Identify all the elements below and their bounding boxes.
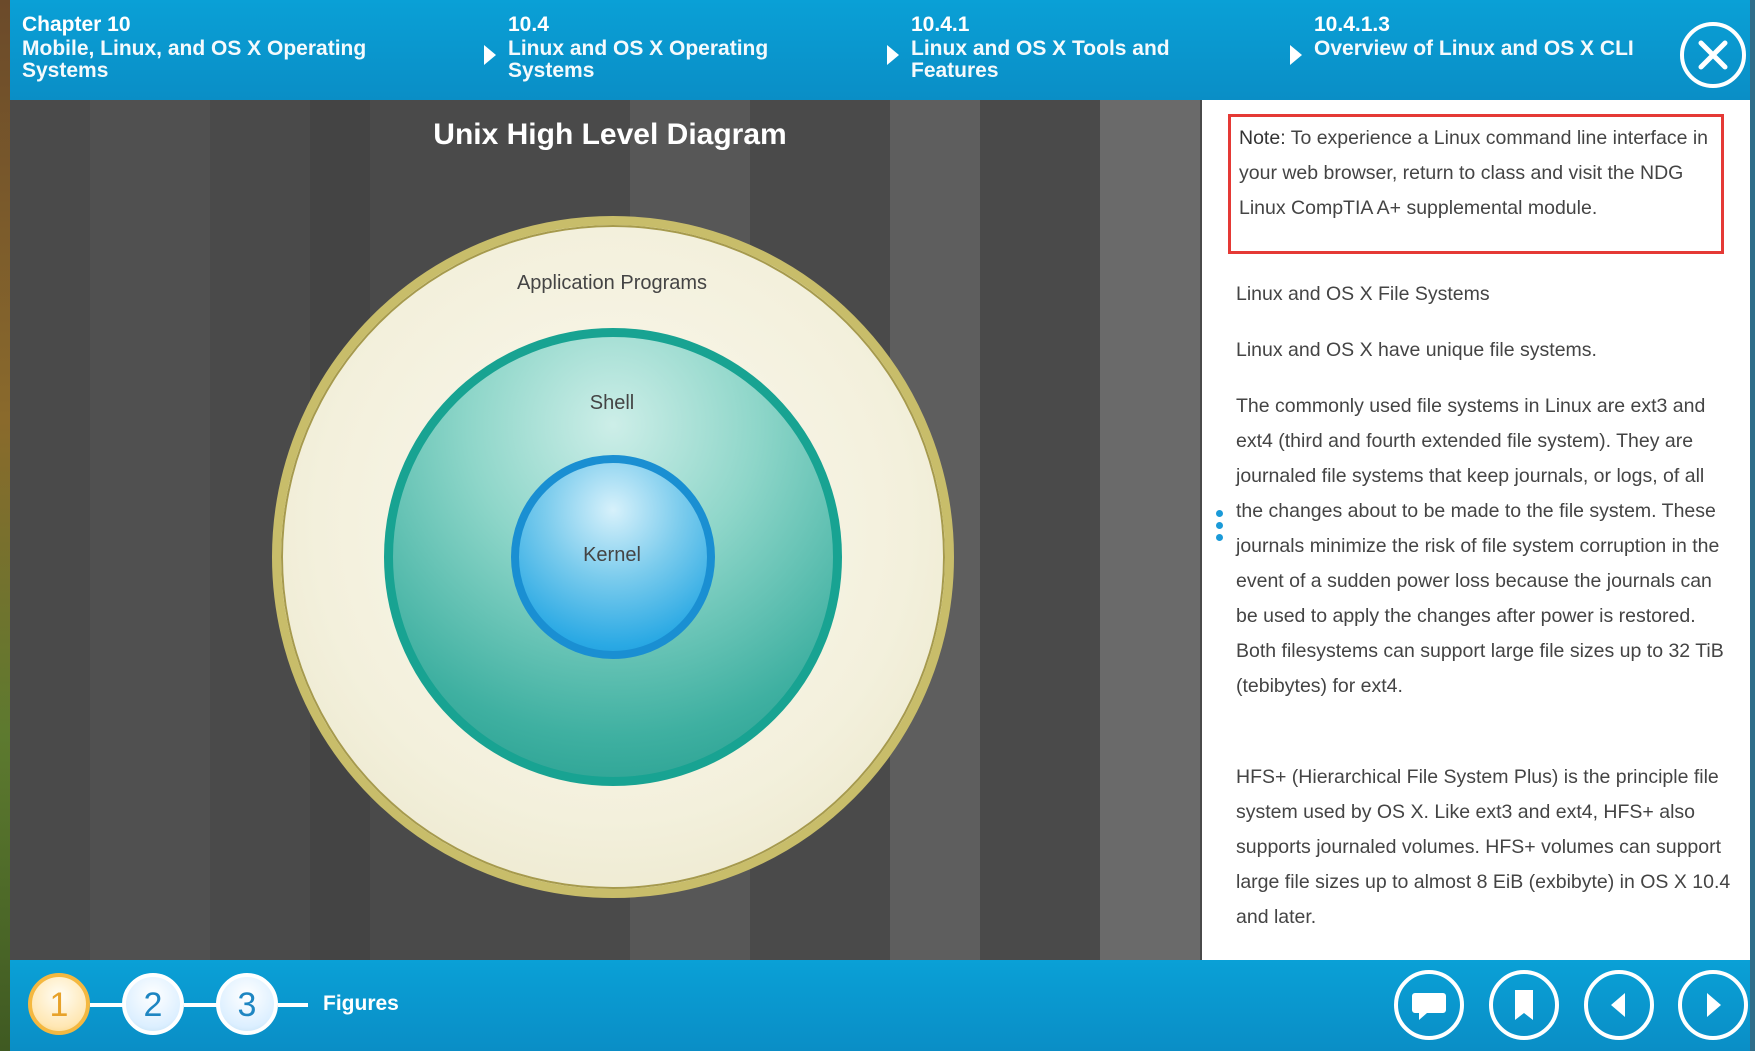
right-window-edge [1750, 0, 1755, 1051]
breadcrumb-title: Linux and OS X Operating Systems [508, 37, 769, 82]
breadcrumb-arrow-icon [1290, 45, 1302, 65]
note-box: Note: To experience a Linux command line… [1228, 114, 1724, 254]
breadcrumb-number: 10.4 [508, 13, 549, 36]
breadcrumb-number: 10.4.1 [911, 13, 970, 36]
bookmark-button[interactable] [1489, 970, 1559, 1040]
diagram-title: Unix High Level Diagram [433, 118, 787, 151]
text-panel: Note: To experience a Linux command line… [1202, 100, 1750, 960]
close-icon [1698, 40, 1728, 70]
breadcrumb-subsection[interactable]: 10.4.1 Linux and OS X Tools and Features [887, 12, 1231, 82]
previous-icon [1611, 993, 1625, 1017]
step-connector [278, 1003, 308, 1007]
kernel-label: Kernel [583, 544, 641, 566]
next-button[interactable] [1678, 970, 1748, 1040]
background-stripe [1100, 100, 1200, 960]
figures-label: Figures [323, 992, 399, 1015]
panel-resize-handle[interactable] [1216, 510, 1224, 550]
section-heading: Linux and OS X File Systems [1236, 283, 1490, 305]
paragraph-hfs: HFS+ (Hierarchical File System Plus) is … [1236, 766, 1731, 928]
paragraph-linux-fs: The commonly used file systems in Linux … [1236, 395, 1724, 697]
next-icon [1707, 993, 1721, 1017]
header-bar: Chapter 10 Mobile, Linux, and OS X Opera… [10, 0, 1750, 100]
breadcrumb-arrow-icon [484, 45, 496, 65]
previous-button[interactable] [1584, 970, 1654, 1040]
figure-area: Unix High Level Diagram Application Prog… [10, 100, 1202, 960]
bookmark-icon [1515, 990, 1533, 1020]
figure-step-3[interactable]: 3 [216, 973, 278, 1035]
shell-label: Shell [589, 392, 635, 414]
left-window-edge [0, 0, 10, 1051]
breadcrumb-title: Mobile, Linux, and OS X Operating System… [22, 37, 367, 82]
application-programs-label: Application Programs [516, 272, 708, 294]
comment-button[interactable] [1394, 970, 1464, 1040]
note-label: Note: [1239, 127, 1286, 149]
paragraph-intro: Linux and OS X have unique file systems. [1236, 339, 1597, 361]
figure-step-1[interactable]: 1 [28, 973, 90, 1035]
breadcrumb-number: 10.4.1.3 [1314, 13, 1390, 36]
figure-step-2[interactable]: 2 [122, 973, 184, 1035]
note-text: To experience a Linux command line inter… [1239, 127, 1709, 219]
breadcrumb-title: Overview of Linux and OS X CLI [1314, 37, 1634, 60]
comment-icon [1412, 993, 1446, 1020]
breadcrumb-arrow-icon [887, 45, 899, 65]
breadcrumb-topic[interactable]: 10.4.1.3 Overview of Linux and OS X CLI [1290, 12, 1644, 65]
close-button[interactable] [1680, 22, 1746, 88]
breadcrumb-section[interactable]: 10.4 Linux and OS X Operating Systems [484, 12, 838, 82]
footer-bar: 1 2 3 Figures [10, 960, 1750, 1051]
background-stripe [90, 100, 210, 960]
breadcrumb-chapter[interactable]: Chapter 10 Mobile, Linux, and OS X Opera… [22, 12, 422, 82]
breadcrumb-number: Chapter 10 [22, 13, 131, 36]
breadcrumb-title: Linux and OS X Tools and Features [911, 37, 1170, 82]
